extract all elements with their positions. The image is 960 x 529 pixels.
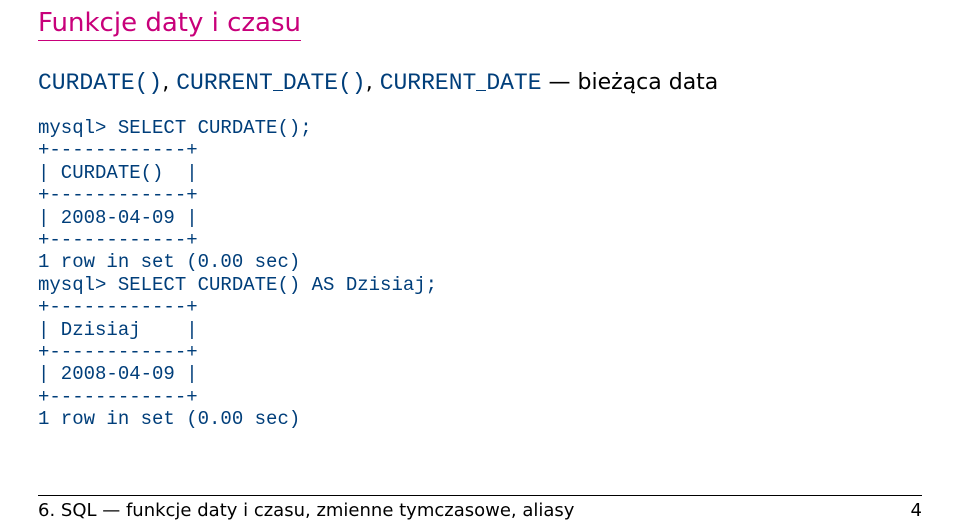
sep2: , xyxy=(366,70,380,95)
fn-current-date: CURRENTDATE xyxy=(380,70,542,96)
section-title: Funkcje daty i czasu xyxy=(38,8,301,41)
underscore-icon xyxy=(273,90,283,91)
page-number: 4 xyxy=(911,500,922,521)
description-line: CURDATE(), CURRENTDATE(), CURRENTDATE — … xyxy=(38,69,922,99)
footer-text: 6. SQL — funkcje daty i czasu, zmienne t… xyxy=(38,500,574,521)
page: Funkcje daty i czasu CURDATE(), CURRENTD… xyxy=(0,0,960,529)
underscore-icon xyxy=(476,90,486,91)
code-block: mysql> SELECT CURDATE(); +------------+ … xyxy=(38,117,922,431)
footer: 6. SQL — funkcje daty i czasu, zmienne t… xyxy=(38,495,922,521)
sep1: , xyxy=(162,70,176,95)
fn-current-date-paren: CURRENTDATE() xyxy=(176,70,365,96)
fn-curdate: CURDATE() xyxy=(38,70,162,96)
desc-tail: — bieżąca data xyxy=(542,70,719,95)
